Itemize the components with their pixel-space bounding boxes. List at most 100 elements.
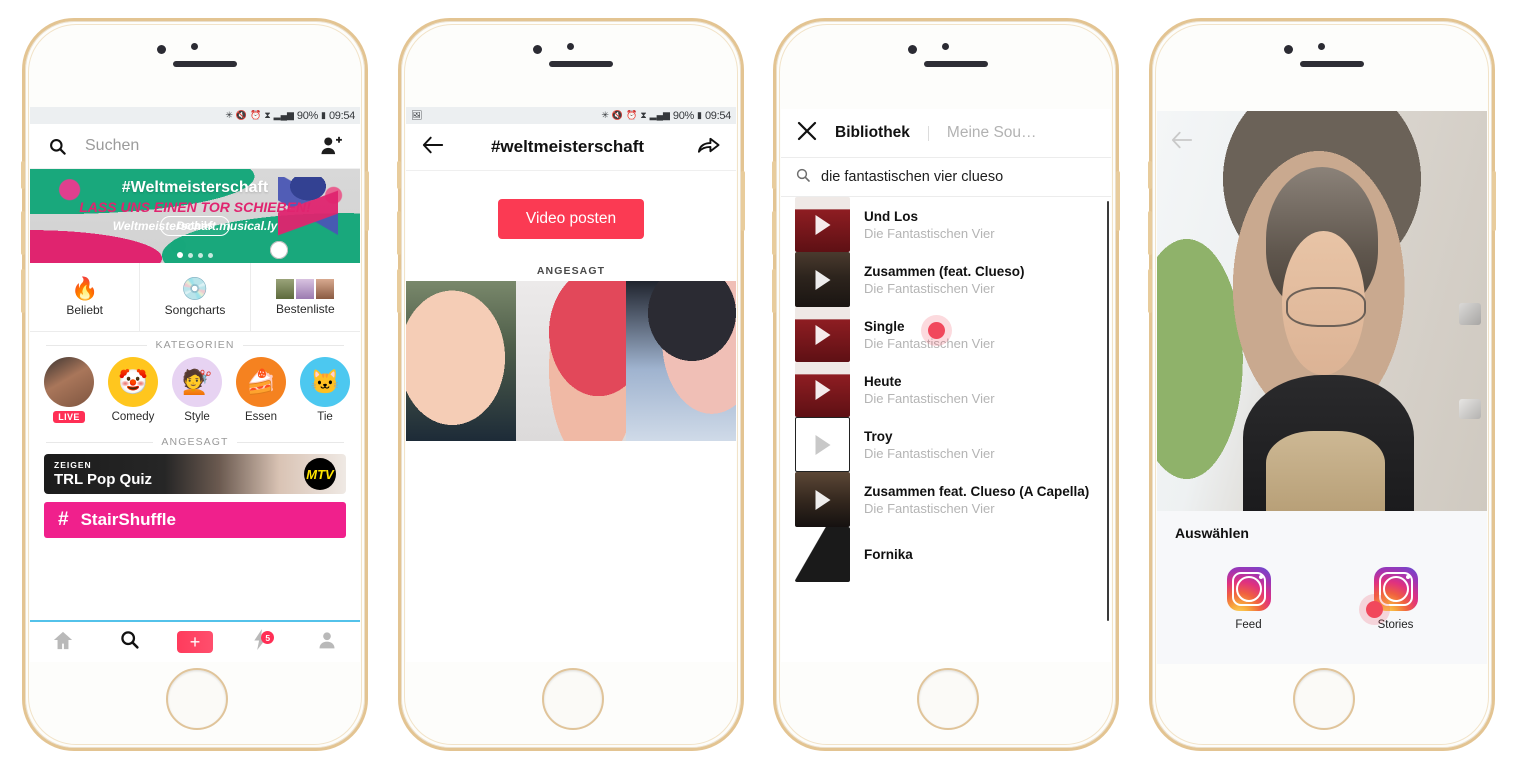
share-option-label: Feed [1235,619,1262,631]
list-item[interactable]: Zusammen (feat. Clueso) Die Fantastische… [781,252,1111,307]
divider-line [46,441,154,443]
tab-home[interactable] [30,630,96,655]
tab-bibliothek[interactable]: Bibliothek [835,124,910,142]
power-button[interactable] [1116,171,1120,231]
volume-up-button[interactable] [1148,211,1152,255]
close-x-icon[interactable] [797,121,817,146]
song-list: Und Los Die Fantastischen Vier Zusammen … [781,197,1111,582]
post-video-button[interactable]: Video posten [497,199,645,239]
tap-indicator [928,322,945,339]
volume-down-button[interactable] [1148,269,1152,313]
activity-badge: 5 [261,631,275,644]
tab-create[interactable]: + [162,631,228,653]
share-arrow-icon[interactable] [697,135,720,160]
volume-up-button[interactable] [397,211,401,255]
mute-switch[interactable] [772,161,776,189]
search-icon [795,167,811,188]
volume-down-button[interactable] [21,269,25,313]
home-button[interactable] [1293,668,1355,730]
hashtag-label: StairShuffle [80,510,176,529]
section-header-angesagt: ANGESAGT [30,429,360,452]
share-option-feed[interactable]: Feed [1226,567,1271,631]
song-title: Fornika [864,547,913,562]
power-button[interactable] [741,171,745,231]
screenshot-stage: ✳ 🔇 ⏰ ⧗ ▂▄▆ 90% ▮ 09:54 Suchen #Weltmeis… [0,0,1516,763]
back-arrow-icon[interactable] [422,136,444,159]
preview-shirt [1265,431,1385,511]
category-tiere[interactable]: 🐱 Tie [300,357,350,423]
tab-profile[interactable] [294,630,360,655]
mute-switch[interactable] [1148,161,1152,189]
back-arrow-icon[interactable] [1171,129,1193,155]
sensor-dot [1318,43,1325,50]
category-comedy[interactable]: 🤡 Comedy [108,357,158,423]
search-icon [48,137,67,156]
mute-switch[interactable] [21,161,25,189]
phone4-screen: Auswählen Feed Stories [1157,111,1487,664]
video-thumbnail[interactable] [406,281,516,441]
carousel-dot-active[interactable] [177,252,183,258]
tab-activity[interactable]: 5 [228,629,294,655]
video-thumbnail[interactable] [626,281,736,441]
carousel-dot[interactable] [198,252,203,258]
show-card-kicker: ZEIGEN [54,460,92,470]
page-title: #weltmeisterschaft [490,137,645,156]
earpiece-speaker [173,61,237,67]
quick-tile-beliebt[interactable]: 🔥 Beliebt [30,263,141,331]
category-live[interactable]: LIVE [44,357,94,423]
category-style[interactable]: 💇 Style [172,357,222,423]
album-cover [795,362,850,417]
power-button[interactable] [365,171,369,231]
cake-emoji: 🍰 [236,357,286,407]
quick-tiles-row: 🔥 Beliebt 💿 Songcharts Bestenliste [30,263,360,332]
tab-discover[interactable] [96,629,162,655]
mute-switch[interactable] [397,161,401,189]
share-option-stories[interactable]: Stories [1365,567,1418,631]
list-item[interactable]: Fornika [781,527,1111,582]
sensor-dot [191,43,198,50]
signal-icon: ▂▄▆ [649,110,670,120]
live-badge: LIVE [53,411,85,423]
add-person-icon[interactable] [320,136,342,156]
list-item[interactable]: Heute Die Fantastischen Vier [781,362,1111,417]
promo-banner[interactable]: #Weltmeisterschaft LASS UNS EINEN TOR SC… [30,169,360,263]
home-button[interactable] [917,668,979,730]
hashtag-banner-stairshuffle[interactable]: # StairShuffle [44,502,346,538]
list-item[interactable]: Troy Die Fantastischen Vier [781,417,1111,472]
library-search-field[interactable]: die fantastischen vier clueso [781,158,1111,197]
section-header-kategorien: KATEGORIEN [30,332,360,355]
video-grid [406,281,736,441]
quick-tile-songcharts[interactable]: 💿 Songcharts [140,263,251,331]
scrollbar[interactable] [1106,201,1109,621]
screenshot-icon: 🖼 [411,110,423,120]
post-button-area: Video posten [406,171,736,239]
volume-down-button[interactable] [397,269,401,313]
category-essen[interactable]: 🍰 Essen [236,357,286,423]
search-bar[interactable]: Suchen [30,124,360,169]
list-item[interactable]: Single Die Fantastischen Vier [781,307,1111,362]
tab-meine-sounds[interactable]: Meine Sou… [947,124,1037,142]
home-button[interactable] [166,668,228,730]
plus-icon[interactable]: + [177,631,213,653]
list-item[interactable]: Und Los Die Fantastischen Vier [781,197,1111,252]
video-preview[interactable] [1157,111,1487,511]
home-button[interactable] [542,668,604,730]
search-placeholder: Suchen [85,137,140,154]
quick-tile-bestenliste[interactable]: Bestenliste [251,263,360,331]
album-cover [795,417,850,472]
video-thumbnail[interactable] [516,281,626,441]
clown-emoji: 🤡 [108,357,158,407]
banner-line2: LASS UNS EINEN TOR SCHIEBEN! [79,199,311,215]
carousel-dot[interactable] [208,252,213,258]
volume-up-button[interactable] [21,211,25,255]
volume-down-button[interactable] [772,269,776,313]
front-camera [533,45,542,54]
carousel-dot[interactable] [188,252,193,258]
show-card-trl[interactable]: ZEIGEN TRL Pop Quiz MTV [44,454,346,494]
volume-up-button[interactable] [772,211,776,255]
battery-icon: ▮ [321,110,326,120]
mute-icon: 🔇 [235,110,248,120]
power-button[interactable] [1492,171,1496,231]
list-item[interactable]: Zusammen feat. Clueso (A Capella) Die Fa… [781,472,1111,527]
banner-details-button[interactable]: Details [159,216,231,236]
